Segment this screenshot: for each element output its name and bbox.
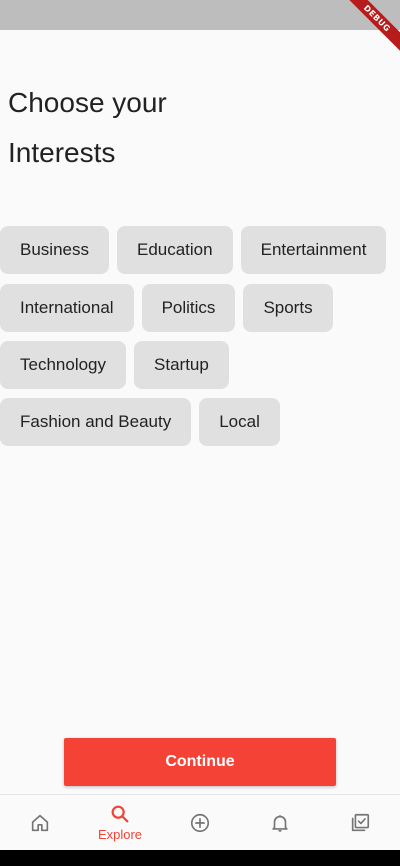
chip-row-2: International Politics Sports — [0, 284, 333, 332]
page-title-line-1: Choose your — [8, 87, 167, 118]
continue-button[interactable]: Continue — [64, 738, 336, 786]
nav-item-notifications[interactable] — [240, 795, 320, 850]
chip-education[interactable]: Education — [116, 226, 233, 274]
page-title: Choose your Interests — [8, 78, 308, 178]
page-title-line-2: Interests — [8, 137, 116, 168]
chip-technology[interactable]: Technology — [0, 341, 127, 389]
add-circle-icon — [190, 813, 210, 832]
status-bar — [0, 0, 400, 30]
chip-politics[interactable]: Politics — [141, 284, 236, 332]
chip-fashion-and-beauty[interactable]: Fashion and Beauty — [0, 398, 192, 446]
bell-icon — [272, 814, 288, 832]
system-navigation-bar — [0, 850, 400, 866]
chip-entertainment[interactable]: Entertainment — [240, 226, 387, 274]
chip-local[interactable]: Local — [199, 398, 280, 446]
nav-label-explore: Explore — [97, 827, 143, 842]
bottom-navigation: Explore — [0, 794, 400, 850]
chip-row-4: Fashion and Beauty Local — [0, 398, 280, 446]
chip-business[interactable]: Business — [0, 226, 109, 274]
chip-row-1: Business Education Entertainment — [0, 226, 387, 274]
nav-item-add[interactable] — [160, 795, 240, 850]
nav-item-home[interactable] — [0, 795, 80, 850]
checklist-icon — [351, 813, 370, 831]
home-icon — [31, 814, 49, 831]
nav-item-tasks[interactable] — [320, 795, 400, 850]
chip-sports[interactable]: Sports — [243, 284, 333, 332]
chip-row-3: Technology Startup — [0, 341, 229, 389]
search-icon — [111, 805, 129, 823]
chip-international[interactable]: International — [0, 284, 134, 332]
nav-item-explore[interactable]: Explore — [80, 795, 160, 850]
chip-startup[interactable]: Startup — [134, 341, 229, 389]
